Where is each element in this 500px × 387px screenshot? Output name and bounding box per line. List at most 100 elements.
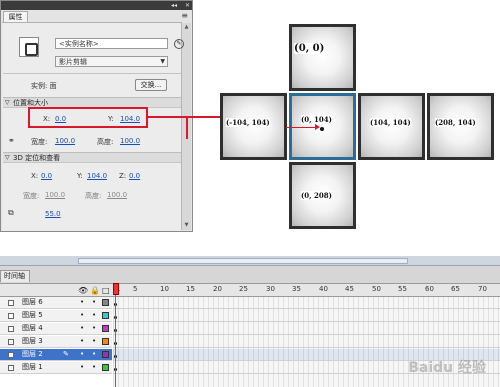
lock-dot[interactable]: • [92, 336, 96, 347]
frame-row[interactable] [113, 297, 500, 309]
layer-row[interactable]: 图层 6 • • [0, 297, 112, 309]
frame-tick-label: 45 [345, 285, 354, 293]
visibility-dot[interactable]: • [80, 297, 84, 308]
xy-highlight-box [28, 107, 148, 128]
cell-label: (104, 104) [370, 118, 411, 127]
pencil-icon: ✎ [63, 350, 69, 358]
registration-point [320, 127, 324, 131]
outline-color-swatch[interactable] [102, 351, 109, 358]
outline-color-swatch[interactable] [102, 325, 109, 332]
cell-label: (208, 104) [435, 118, 476, 127]
frame-tick-label: 25 [239, 285, 248, 293]
outline-color-swatch[interactable] [102, 364, 109, 371]
outline-icon[interactable]: □ [102, 286, 110, 295]
cell-right2[interactable]: (208, 104) [427, 93, 494, 160]
layer-row[interactable]: 图层 3 • • [0, 336, 112, 348]
cell-label: (0, 208) [301, 191, 332, 200]
frame-tick-label: 55 [398, 285, 407, 293]
symbol-type-value: 影片剪辑 [59, 58, 87, 66]
lock-dot[interactable]: • [92, 349, 96, 360]
visibility-dot[interactable]: • [80, 323, 84, 334]
lock-icon[interactable]: 🔒 [90, 286, 100, 295]
lock-dot[interactable]: • [92, 297, 96, 308]
playhead-handle[interactable] [113, 283, 119, 295]
frame-tick-label: 70 [478, 285, 487, 293]
link-icon[interactable]: ⚭ [8, 136, 15, 145]
height3d-value: 100.0 [107, 191, 128, 199]
lock-dot[interactable]: • [92, 362, 96, 373]
watermark-logo: Baidu 经验 [408, 360, 486, 376]
frame-tick-label: 60 [425, 285, 434, 293]
z3d-value[interactable]: 0.0 [129, 172, 140, 180]
frame-tick-label: 20 [213, 285, 222, 293]
cell-bottom[interactable]: (0, 208) [289, 162, 356, 229]
annotation-line [186, 117, 188, 139]
layer-name: 图层 1 [22, 363, 43, 371]
cell-right1[interactable]: (104, 104) [358, 93, 425, 160]
frame-tick-label: 40 [319, 285, 328, 293]
cell-label: (0, 104) [301, 115, 332, 124]
layer-row[interactable]: 图层 5 • • [0, 310, 112, 322]
divider [3, 73, 181, 74]
layer-name: 图层 4 [22, 324, 43, 332]
cell-top[interactable]: (0, 0) [289, 24, 356, 91]
visibility-dot[interactable]: • [80, 349, 84, 360]
cell-left[interactable]: (-104, 104) [220, 93, 287, 160]
playhead-line [115, 295, 116, 387]
close-icon[interactable]: ✕ [185, 1, 190, 10]
width-label: 宽度: [31, 138, 48, 146]
scroll-up-icon[interactable]: ▲ [182, 23, 191, 32]
y3d-value[interactable]: 104.0 [87, 172, 107, 180]
x3d-value[interactable]: 0.0 [41, 172, 52, 180]
fov-value[interactable]: 55.0 [45, 210, 61, 218]
outline-color-swatch[interactable] [102, 299, 109, 306]
outline-color-swatch[interactable] [102, 338, 109, 345]
frame-row[interactable] [113, 310, 500, 322]
width3d-label: 宽度: [23, 192, 40, 200]
instance-name-input[interactable]: <实例名称> [55, 38, 168, 49]
annotation-arrow [286, 124, 320, 130]
lock-dot[interactable]: • [92, 323, 96, 334]
playhead[interactable] [113, 283, 119, 387]
height3d-label: 高度: [85, 192, 102, 200]
layer-row[interactable]: 图层 4 • • [0, 323, 112, 335]
visibility-dot[interactable]: • [80, 362, 84, 373]
edit-icon[interactable]: ✎ [174, 39, 184, 49]
eye-icon[interactable]: 👁 [78, 286, 88, 295]
width-value[interactable]: 100.0 [55, 137, 75, 145]
layer-name: 图层 3 [22, 337, 43, 345]
stage-horizontal-scrollbar[interactable] [0, 256, 500, 266]
layer-icon [8, 313, 14, 319]
perspective-icon: ⧉ [8, 208, 14, 217]
layer-icon [8, 300, 14, 306]
expand-triangle-icon: ▽ [5, 99, 10, 106]
frame-row[interactable] [113, 336, 500, 348]
lock-dot[interactable]: • [92, 310, 96, 321]
tab-properties[interactable]: 属性 [3, 11, 28, 22]
layer-row[interactable]: 图层 1 • • [0, 362, 112, 374]
x3d-label: X: [31, 172, 39, 180]
panel-menu-icon[interactable]: ≡ [181, 11, 188, 20]
cell-label: (0, 0) [294, 43, 325, 54]
section-3d-position[interactable]: ▽ 3D 定位和查看 [3, 152, 181, 163]
height-value[interactable]: 100.0 [120, 137, 140, 145]
visibility-dot[interactable]: • [80, 336, 84, 347]
layer-name: 图层 6 [22, 298, 43, 306]
layer-row[interactable]: 图层 2 ✎ • • [0, 349, 112, 361]
tab-timeline[interactable]: 时间轴 [0, 270, 30, 282]
collapse-icon[interactable]: ◂◂ [171, 1, 177, 10]
swap-button[interactable]: 交换... [135, 79, 167, 91]
frame-row[interactable] [113, 323, 500, 335]
instance-of-label: 实例: 面 [31, 82, 57, 90]
z3d-label: Z: [119, 172, 127, 180]
frame-tick-label: 35 [292, 285, 301, 293]
symbol-type-dropdown[interactable]: 影片剪辑 ▼ [55, 56, 168, 67]
outline-color-swatch[interactable] [102, 312, 109, 319]
section-position-size-label: 位置和大小 [13, 99, 48, 107]
width3d-value: 100.0 [45, 191, 66, 199]
layer-name: 图层 2 [22, 350, 43, 358]
scroll-down-icon[interactable]: ▼ [182, 221, 191, 230]
visibility-dot[interactable]: • [80, 310, 84, 321]
scrollbar-thumb[interactable] [78, 258, 408, 264]
timeline-panel: 时间轴 👁 🔒 □ 1510152025303540455055606570 图… [0, 256, 500, 387]
